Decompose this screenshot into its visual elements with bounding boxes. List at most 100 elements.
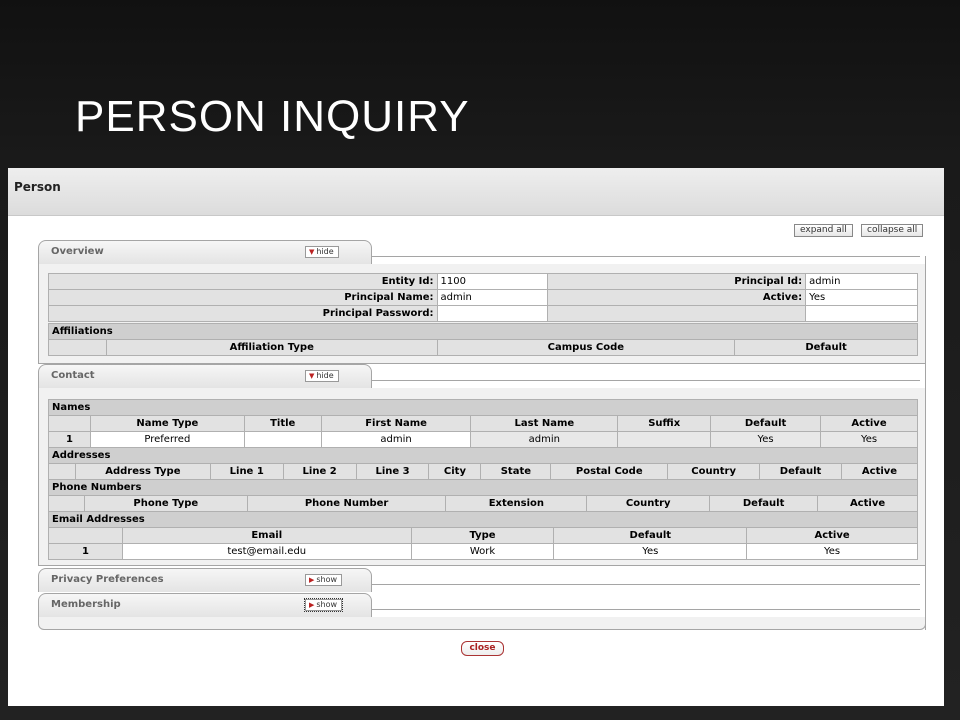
slide-title: PERSON INQUIRY bbox=[75, 92, 470, 141]
column-header: Line 3 bbox=[355, 463, 430, 480]
active-cell: Yes bbox=[820, 431, 918, 448]
principal-name-label: Principal Name: bbox=[48, 289, 438, 306]
column-header: Phone Type bbox=[83, 495, 248, 512]
first-name-cell: admin bbox=[320, 431, 472, 448]
column-header: Default bbox=[710, 415, 822, 432]
column-header: Suffix bbox=[617, 415, 712, 432]
column-header: Active bbox=[817, 495, 918, 512]
emails-table: Email Addresses Email Type Default Activ… bbox=[48, 511, 918, 560]
column-header: Default bbox=[709, 495, 819, 512]
phones-table: Phone Numbers Phone Type Phone Number Ex… bbox=[48, 479, 918, 512]
triangle-right-icon: ▶ bbox=[309, 576, 315, 584]
table-row: Phone Type Phone Number Extension Countr… bbox=[48, 495, 918, 512]
column-header: Address Type bbox=[74, 463, 211, 480]
phones-title: Phone Numbers bbox=[48, 479, 918, 496]
collapse-all-button[interactable]: collapse all bbox=[861, 224, 924, 237]
entity-id-value: 1100 bbox=[436, 273, 549, 290]
page-header: Person bbox=[8, 168, 944, 216]
names-table: Names Name Type Title First Name Last Na… bbox=[48, 399, 918, 448]
membership-toggle-label: show bbox=[316, 600, 338, 609]
column-header: Active bbox=[841, 463, 918, 480]
column-header: Country bbox=[586, 495, 711, 512]
overview-toggle-label: hide bbox=[316, 247, 334, 256]
membership-tab-label: Membership bbox=[51, 599, 121, 610]
principal-id-value: admin bbox=[805, 273, 918, 290]
names-title: Names bbox=[48, 399, 918, 416]
column-header: Phone Number bbox=[246, 495, 447, 512]
tab-membership[interactable]: Membership ▶ show bbox=[38, 593, 372, 617]
title-cell bbox=[243, 431, 322, 448]
table-row: Email Type Default Active bbox=[48, 527, 918, 544]
tab-rule bbox=[372, 609, 920, 610]
contact-hide-button[interactable]: ▼ hide bbox=[305, 370, 339, 382]
last-name-cell: admin bbox=[470, 431, 619, 448]
table-row: Entity Id: 1100 Principal Id: admin bbox=[48, 273, 918, 290]
table-row: Name Type Title First Name Last Name Suf… bbox=[48, 415, 918, 432]
column-header: Country bbox=[667, 463, 761, 480]
tab-privacy-preferences[interactable]: Privacy Preferences ▶ show bbox=[38, 568, 372, 592]
column-header: Extension bbox=[445, 495, 588, 512]
privacy-show-button[interactable]: ▶ show bbox=[305, 574, 343, 586]
column-header: Affiliation Type bbox=[105, 339, 438, 356]
empty-cell bbox=[805, 305, 918, 322]
affiliations-table: Affiliations Affiliation Type Campus Cod… bbox=[48, 323, 918, 356]
column-header: Active bbox=[746, 527, 918, 544]
name-type-cell: Preferred bbox=[89, 431, 245, 448]
principal-name-value: admin bbox=[436, 289, 549, 306]
column-header: Line 2 bbox=[282, 463, 357, 480]
column-header: Type bbox=[410, 527, 555, 544]
table-row: Affiliation Type Campus Code Default bbox=[48, 339, 918, 356]
active-label: Active: bbox=[547, 289, 807, 306]
column-header: Last Name bbox=[470, 415, 619, 432]
column-header: Postal Code bbox=[550, 463, 669, 480]
column-header: Campus Code bbox=[436, 339, 736, 356]
expand-all-button[interactable]: expand all bbox=[794, 224, 853, 237]
table-row: 1 test@email.edu Work Yes Yes bbox=[48, 543, 918, 560]
column-header: Email bbox=[121, 527, 412, 544]
principal-id-label: Principal Id: bbox=[547, 273, 807, 290]
overview-tab-label: Overview bbox=[51, 246, 104, 257]
default-cell: Yes bbox=[710, 431, 822, 448]
overview-hide-button[interactable]: ▼ hide bbox=[305, 246, 339, 258]
principal-password-label: Principal Password: bbox=[48, 305, 438, 322]
triangle-right-icon: ▶ bbox=[309, 601, 315, 609]
tab-rule bbox=[372, 584, 920, 585]
addresses-table: Addresses Address Type Line 1 Line 2 Lin… bbox=[48, 447, 918, 480]
column-header: Default bbox=[734, 339, 918, 356]
membership-show-button[interactable]: ▶ show bbox=[303, 598, 344, 612]
column-header: Active bbox=[820, 415, 918, 432]
table-row: Principal Password: bbox=[48, 305, 918, 322]
triangle-down-icon: ▼ bbox=[309, 372, 315, 380]
emails-title: Email Addresses bbox=[48, 511, 918, 528]
row-number: 1 bbox=[48, 543, 123, 560]
overview-table: Entity Id: 1100 Principal Id: admin Prin… bbox=[48, 273, 918, 322]
column-header: First Name bbox=[320, 415, 472, 432]
empty-header bbox=[48, 527, 123, 544]
type-cell: Work bbox=[410, 543, 555, 560]
tab-rule bbox=[372, 380, 920, 381]
column-header: Title bbox=[243, 415, 322, 432]
tab-overview[interactable]: Overview ▼ hide bbox=[38, 240, 372, 264]
active-value: Yes bbox=[805, 289, 918, 306]
table-row: 1 Preferred admin admin Yes Yes bbox=[48, 431, 918, 448]
default-cell: Yes bbox=[553, 543, 748, 560]
column-header: Default bbox=[759, 463, 842, 480]
page-title: Person bbox=[14, 180, 61, 194]
tab-rule bbox=[372, 256, 920, 257]
contact-tab-label: Contact bbox=[51, 370, 95, 381]
affiliations-title: Affiliations bbox=[48, 323, 918, 340]
suffix-cell bbox=[617, 431, 712, 448]
panel-footer bbox=[38, 617, 926, 630]
row-number: 1 bbox=[48, 431, 91, 448]
panel-border bbox=[925, 256, 926, 630]
column-header: Line 1 bbox=[209, 463, 284, 480]
table-row: Address Type Line 1 Line 2 Line 3 City S… bbox=[48, 463, 918, 480]
empty-header bbox=[48, 339, 107, 356]
tab-contact[interactable]: Contact ▼ hide bbox=[38, 364, 372, 388]
privacy-tab-label: Privacy Preferences bbox=[51, 574, 164, 585]
privacy-toggle-label: show bbox=[316, 575, 338, 584]
close-button[interactable]: close bbox=[461, 641, 504, 656]
contact-toggle-label: hide bbox=[316, 371, 334, 380]
column-header: Default bbox=[553, 527, 748, 544]
active-cell: Yes bbox=[746, 543, 918, 560]
